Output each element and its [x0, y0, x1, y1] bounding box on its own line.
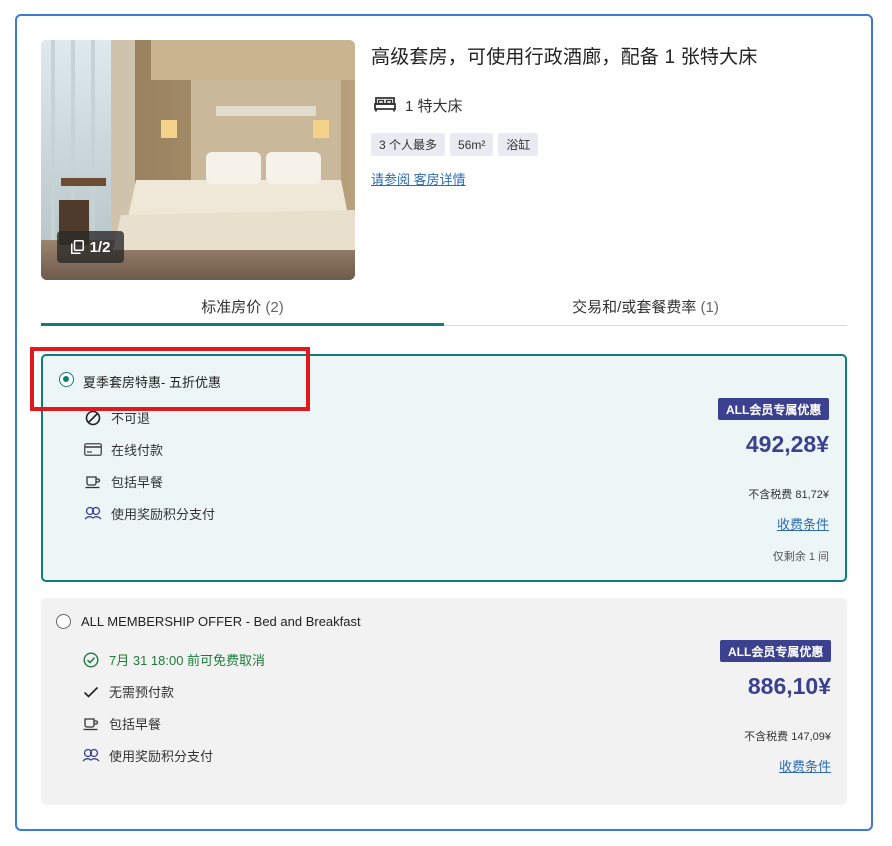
- bed-icon: [374, 96, 396, 116]
- feature-pay-online: 在线付款: [84, 440, 163, 459]
- rooms-remaining: 仅剩余 1 间: [772, 551, 829, 563]
- feature-text: 使用奖励积分支付: [111, 507, 216, 522]
- reward-points-icon: [82, 748, 100, 764]
- room-title: 高级套房，可使用行政酒廊，配备 1 张特大床: [371, 47, 758, 68]
- tab-count: (2): [265, 299, 284, 316]
- credit-card-icon: [84, 442, 102, 458]
- feature-reward-points: 使用奖励积分支付: [84, 504, 215, 523]
- feature-text: 7月 31 18:00 前可免费取消: [109, 653, 266, 668]
- rate-radio[interactable]: [56, 614, 71, 629]
- rate-price: 492,28¥: [745, 431, 829, 457]
- feature-breakfast: 包括早餐: [84, 472, 163, 491]
- tax-note: 不含税费 147,09¥: [744, 731, 831, 743]
- fee-conditions-link[interactable]: 收费条件: [779, 756, 831, 775]
- size-chip: 56m²: [450, 133, 494, 156]
- feature-text: 包括早餐: [109, 717, 162, 732]
- tab-label: 标准房价: [201, 299, 262, 316]
- fee-conditions-link[interactable]: 收费条件: [777, 514, 829, 533]
- feature-text: 使用奖励积分支付: [109, 749, 214, 764]
- occupancy-chip: 3 个人最多: [371, 133, 446, 156]
- bed-type: 1 特大床: [374, 95, 463, 116]
- rate-tabs: 标准房价 (2) 交易和/或套餐费率 (1): [41, 290, 847, 326]
- photo-counter-text: 1/2: [89, 238, 111, 256]
- tab-count: (1): [700, 299, 719, 316]
- rate-option-bed-breakfast[interactable]: [41, 598, 847, 805]
- tax-note: 不含税费 81,72¥: [748, 489, 829, 501]
- highlight-box: [30, 347, 310, 411]
- check-circle-icon: [82, 651, 100, 668]
- feature-breakfast: 包括早餐: [82, 714, 161, 733]
- coffee-cup-icon: [84, 474, 102, 490]
- rate-price: 886,10¥: [747, 673, 831, 699]
- checkmark-icon: [82, 684, 100, 700]
- member-badge: ALL会员专属优惠: [720, 640, 832, 662]
- room-attributes: 3 个人最多 56m² 浴缸: [371, 133, 539, 156]
- rate-name: ALL MEMBERSHIP OFFER - Bed and Breakfast: [81, 614, 361, 629]
- tab-standard-rates[interactable]: 标准房价 (2): [41, 290, 444, 326]
- no-entry-icon: [84, 410, 102, 426]
- feature-no-prepayment: 无需预付款: [82, 682, 174, 701]
- feature-text: 包括早餐: [111, 475, 164, 490]
- feature-text: 在线付款: [111, 443, 164, 458]
- tab-label: 交易和/或套餐费率: [572, 299, 697, 316]
- feature-reward-points: 使用奖励积分支付: [82, 746, 213, 765]
- feature-text: 无需预付款: [109, 685, 175, 700]
- feature-free-cancellation: 7月 31 18:00 前可免费取消: [82, 650, 265, 669]
- bed-label: 1 特大床: [405, 98, 463, 115]
- photo-counter[interactable]: 1/2: [57, 231, 124, 263]
- gallery-icon: [70, 240, 84, 254]
- coffee-cup-icon: [82, 716, 100, 732]
- bathtub-chip: 浴缸: [498, 133, 539, 156]
- room-details-link[interactable]: 请参阅 客房详情: [371, 169, 466, 188]
- reward-points-icon: [84, 506, 102, 522]
- member-badge: ALL会员专属优惠: [718, 398, 830, 420]
- tab-deals-packages[interactable]: 交易和/或套餐费率 (1): [444, 290, 847, 325]
